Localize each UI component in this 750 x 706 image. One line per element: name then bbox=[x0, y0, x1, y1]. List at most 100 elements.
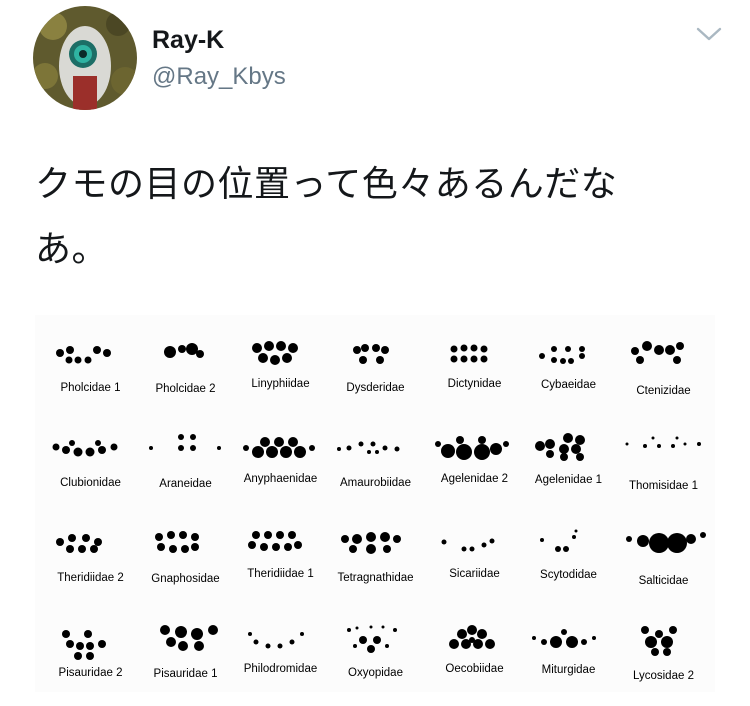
eye-dot bbox=[282, 353, 292, 363]
chevron-down-icon[interactable] bbox=[694, 24, 724, 44]
eye-pattern-graphic bbox=[62, 630, 106, 660]
spider-family-cell: Tetragnathidae bbox=[327, 517, 424, 611]
eye-dot bbox=[551, 357, 557, 363]
eye-dot bbox=[592, 636, 596, 640]
eye-dot bbox=[435, 441, 441, 447]
spider-family-label: Pisauridae 1 bbox=[153, 668, 218, 680]
tweet-image-spider-eye-chart[interactable]: Pholcidae 1 Pholcidae 2 Linyphiidae Dysderi… bbox=[35, 315, 715, 692]
eye-dot bbox=[667, 533, 687, 553]
eye-dot bbox=[252, 343, 262, 353]
eye-dot bbox=[272, 543, 280, 551]
eye-dot bbox=[52, 443, 60, 451]
display-name[interactable]: Ray-K bbox=[152, 26, 224, 54]
tweet-text-line: クモの目の位置って色々あるんだな bbox=[35, 164, 618, 205]
spider-family-cell: Scytodidae bbox=[520, 517, 617, 611]
spider-family-cell: Araneidae bbox=[137, 422, 234, 516]
eye-pattern-graphic bbox=[243, 437, 315, 458]
eye-dot bbox=[86, 652, 94, 660]
eye-dot bbox=[477, 629, 487, 639]
eye-pattern-graphic bbox=[347, 625, 397, 653]
eye-dot bbox=[474, 444, 490, 460]
eye-dot bbox=[194, 641, 204, 651]
eye-dot bbox=[248, 541, 256, 549]
eye-dot bbox=[575, 435, 585, 445]
eye-dot bbox=[56, 538, 64, 546]
eye-dot bbox=[651, 436, 655, 440]
eye-dot bbox=[309, 445, 315, 451]
eye-dot bbox=[157, 543, 165, 551]
eye-dot bbox=[579, 346, 585, 352]
eye-dot bbox=[288, 531, 296, 539]
eye-pattern-graphic bbox=[341, 532, 401, 554]
spider-family-cell: Theridiidae 2 bbox=[42, 517, 139, 611]
eye-dot bbox=[579, 353, 585, 359]
spider-family-cell: Gnaphosidae bbox=[137, 517, 234, 611]
eye-dot bbox=[450, 345, 458, 353]
eye-dot bbox=[551, 346, 557, 352]
eye-dot bbox=[93, 346, 101, 354]
spider-family-cell: Anyphaenidae bbox=[232, 422, 329, 516]
spider-family-label: Scytodidae bbox=[540, 569, 597, 581]
eye-dot bbox=[181, 545, 189, 553]
eye-dot bbox=[555, 546, 561, 552]
eye-dot bbox=[341, 535, 349, 543]
eye-dot bbox=[110, 443, 118, 451]
avatar-image bbox=[33, 6, 137, 110]
spider-family-label: Amaurobiidae bbox=[340, 477, 411, 489]
eye-dot bbox=[565, 346, 571, 352]
eye-pattern-graphic bbox=[164, 343, 204, 358]
eye-dot bbox=[359, 636, 367, 644]
eye-dot bbox=[645, 636, 657, 648]
eye-dot bbox=[456, 444, 472, 460]
eye-dot bbox=[367, 450, 371, 454]
eye-dot bbox=[381, 625, 385, 629]
eye-pattern-graphic bbox=[641, 626, 677, 656]
eye-pattern-graphic bbox=[252, 341, 298, 365]
eye-dot bbox=[450, 355, 458, 363]
eye-dot bbox=[663, 648, 671, 656]
spider-family-label: Agelenidae 1 bbox=[534, 474, 603, 486]
eye-dot bbox=[568, 358, 574, 364]
eye-dot bbox=[196, 350, 204, 358]
spider-family-label: Theridiidae 1 bbox=[247, 568, 314, 580]
eye-pattern-graphic bbox=[149, 434, 221, 451]
eye-dot bbox=[95, 440, 101, 446]
spider-family-cell: Linyphiidae bbox=[232, 327, 329, 421]
eye-pattern-graphic bbox=[539, 346, 585, 364]
spider-family-cell: Theridiidae 1 bbox=[232, 517, 329, 611]
spider-family-cell: Dysderidae bbox=[327, 327, 424, 421]
user-handle[interactable]: @Ray_Kbys bbox=[152, 63, 286, 91]
avatar[interactable] bbox=[33, 6, 137, 110]
eye-dot bbox=[73, 447, 83, 457]
spider-family-cell: Pholcidae 1 bbox=[42, 327, 139, 421]
eye-dot bbox=[457, 629, 467, 639]
eye-pattern-graphic bbox=[52, 440, 118, 457]
spider-family-label: Dysderidae bbox=[346, 382, 405, 394]
eye-dot bbox=[637, 535, 649, 547]
spider-family-label: Oxyopidae bbox=[348, 667, 403, 679]
eye-dot bbox=[167, 531, 175, 539]
tweet-text: クモの目の位置って色々あるんだな あ。 bbox=[35, 152, 725, 282]
spider-family-label: Araneidae bbox=[159, 478, 212, 490]
eye-dot bbox=[576, 453, 584, 461]
eye-dot bbox=[369, 625, 373, 629]
eye-dot bbox=[69, 440, 75, 446]
eye-dot bbox=[373, 636, 381, 644]
eye-dot bbox=[169, 545, 177, 553]
spider-family-cell: Agelenidae 1 bbox=[520, 422, 617, 516]
tweet-text-line: あ。 bbox=[35, 229, 109, 270]
eye-dot bbox=[541, 639, 547, 645]
spider-family-cell: Agelenidae 2 bbox=[426, 422, 523, 516]
eye-dot bbox=[490, 443, 502, 455]
eye-dot bbox=[655, 630, 663, 638]
eye-dot bbox=[642, 341, 652, 351]
eye-dot bbox=[288, 343, 298, 353]
eye-dot bbox=[68, 534, 76, 542]
eye-dot bbox=[85, 447, 95, 457]
eye-dot bbox=[671, 444, 675, 448]
eye-dot bbox=[103, 349, 111, 357]
eye-dot bbox=[190, 445, 196, 451]
eye-dot bbox=[394, 446, 400, 452]
eye-dot bbox=[353, 346, 361, 354]
eye-dot bbox=[260, 543, 268, 551]
